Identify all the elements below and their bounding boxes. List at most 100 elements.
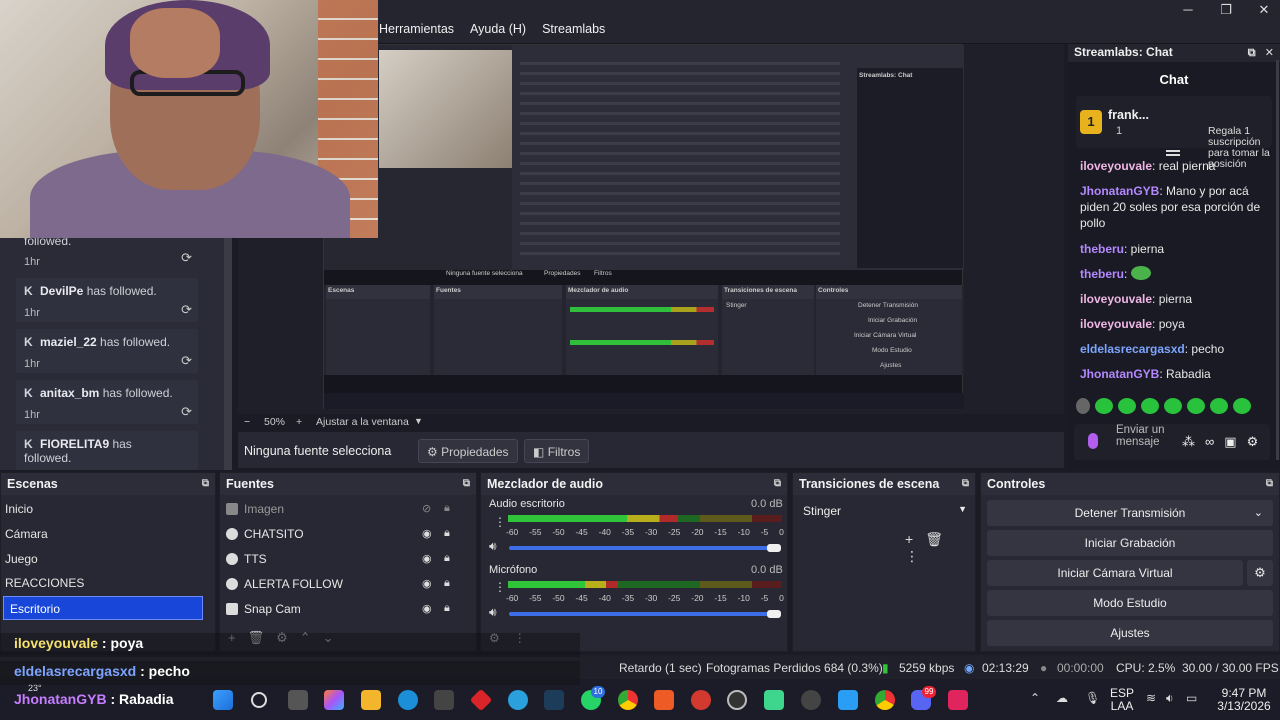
chat-user[interactable]: JhonatanGYB [1080,367,1159,381]
clock[interactable]: 9:47 PM 3/13/2026 [1216,687,1272,713]
chat-user[interactable]: eldelasrecargasxd [1080,342,1185,356]
emote-icon[interactable] [1187,398,1205,414]
wifi-icon[interactable]: ≋ [1146,691,1156,705]
kebab-menu-icon[interactable]: ⋮ [494,580,506,594]
add-icon[interactable]: + [905,531,925,547]
undock-icon[interactable]: ⧉ [1248,47,1256,59]
start-virtual-camera-button[interactable]: Iniciar Cámara Virtual [987,560,1243,586]
emote-icon[interactable] [1233,398,1251,414]
zoom-in-button[interactable]: + [296,416,302,428]
menu-help[interactable]: Ayuda (H) [470,22,526,36]
chat-user[interactable]: JhonatanGYB [1080,184,1159,198]
refresh-icon[interactable]: ⟳ [181,353,192,369]
speaker-icon[interactable]: 🔊︎ [489,605,497,620]
people-icon[interactable]: ⁂ [1182,434,1205,449]
kebab-menu-icon[interactable]: ⋮ [494,515,506,529]
settings-button[interactable]: Ajustes [987,620,1273,646]
emote-icon[interactable] [1141,398,1159,414]
emote-icon[interactable] [1164,398,1182,414]
eye-icon[interactable]: ◉ [422,552,432,565]
kebab-menu-icon[interactable]: ⋮ [905,548,931,564]
volume-icon[interactable]: 🔉︎ [1166,691,1174,706]
chat-user[interactable]: iloveyouvale [1080,317,1152,331]
undock-icon[interactable]: ⧉ [774,478,781,489]
scene-item[interactable]: Inicio [5,502,33,516]
undock-icon[interactable]: ⧉ [463,478,470,489]
menu-streamlabs[interactable]: Streamlabs [542,22,605,36]
close-icon[interactable]: ✕ [1265,47,1274,59]
pinned-gifter[interactable]: 1 frank... 1 Regala 1 suscripción para t… [1076,96,1272,170]
lock-icon[interactable]: 🔒︎ [444,502,450,515]
chat-user[interactable]: theberu [1080,242,1124,256]
source-item[interactable]: CHATSITO ◉ 🔒︎ [226,527,458,541]
undock-icon[interactable]: ⧉ [1266,478,1273,489]
refresh-icon[interactable]: ⟳ [181,250,192,266]
app-icon[interactable] [838,690,858,710]
lock-icon[interactable]: 🔒︎ [444,602,450,615]
volume-slider[interactable] [509,612,771,616]
volume-knob[interactable] [767,610,781,618]
trash-icon[interactable]: 🗑︎ [925,531,955,547]
app-icon[interactable] [727,690,747,710]
studio-mode-button[interactable]: Modo Estudio [987,590,1273,616]
menu-tools[interactable]: Herramientas [379,22,454,36]
microphone-icon[interactable]: 🎙︎ [1085,691,1100,705]
drag-handle-icon[interactable] [1166,150,1180,156]
store-icon[interactable]: ▣ [1224,434,1246,449]
lock-icon[interactable]: 🔒︎ [444,552,450,565]
zoom-out-button[interactable]: − [244,416,250,428]
scene-item[interactable]: REACCIONES [5,576,84,590]
start-recording-button[interactable]: Iniciar Grabación [987,530,1273,556]
chat-user[interactable]: theberu [1080,267,1124,281]
filters-button[interactable]: ◧ Filtros [524,439,590,463]
follower-scrollbar[interactable] [224,238,232,470]
chrome-icon[interactable] [618,690,638,710]
chat-user[interactable]: iloveyouvale [1080,292,1152,306]
undock-icon[interactable]: ⧉ [962,478,969,489]
emote-icon[interactable] [1095,398,1113,414]
lock-icon[interactable]: 🔒︎ [444,577,450,590]
eye-icon[interactable]: ◉ [422,602,432,615]
microphone-icon[interactable] [1088,433,1098,449]
chat-scrollbar[interactable] [1276,60,1279,460]
source-item[interactable]: ALERTA FOLLOW ◉ 🔒︎ [226,577,458,591]
gear-icon[interactable]: ⚙ [1247,560,1273,586]
tray-chevron-icon[interactable]: ⌃ [1030,691,1040,705]
chat-input[interactable]: Enviar un mensaje ⁂∞▣⚙ [1074,424,1270,460]
emote-icon[interactable] [1076,398,1090,414]
eye-icon[interactable]: ◉ [422,527,432,540]
emote-icon[interactable] [1118,398,1136,414]
minimize-icon[interactable]: ─ [1180,2,1196,18]
app-icon[interactable] [691,690,711,710]
scene-item[interactable]: Cámara [5,527,48,541]
emote-icon[interactable] [1210,398,1228,414]
battery-icon[interactable]: ▭ [1186,691,1197,705]
undock-icon[interactable]: ⧉ [202,478,209,489]
maximize-icon[interactable]: ❐ [1218,2,1234,18]
volume-slider[interactable] [509,546,771,550]
hidden-eye-icon[interactable]: ⊘ [422,502,431,515]
transition-select[interactable]: Stinger ▼ [799,500,971,522]
fit-dropdown-icon[interactable]: ▼ [414,416,423,426]
gear-icon[interactable]: ⚙ [1247,434,1269,449]
close-icon[interactable]: ✕ [1256,2,1272,18]
properties-button[interactable]: ⚙ Propiedades [418,439,518,463]
lock-icon[interactable]: 🔒︎ [444,527,450,540]
brave-icon[interactable] [654,690,674,710]
stop-stream-button[interactable]: Detener Transmisión ⌄ [987,500,1273,526]
scene-item[interactable]: Juego [5,552,38,566]
refresh-icon[interactable]: ⟳ [181,404,192,420]
scene-item-selected[interactable]: Escritorio [3,596,203,620]
speaker-icon[interactable]: 🔊︎ [489,539,497,554]
volume-knob[interactable] [767,544,781,552]
tiktok-icon[interactable] [948,690,968,710]
refresh-icon[interactable]: ⟳ [181,302,192,318]
chevron-down-icon[interactable]: ⌄ [1254,500,1263,526]
app-icon[interactable] [764,690,784,710]
source-item[interactable]: Snap Cam ◉ 🔒︎ [226,602,458,616]
obs-icon[interactable] [801,690,821,710]
infinity-icon[interactable]: ∞ [1205,434,1224,449]
source-item[interactable]: Imagen ⊘ 🔒︎ [226,502,458,516]
eye-icon[interactable]: ◉ [422,577,432,590]
chat-user[interactable]: iloveyouvale [1080,159,1152,173]
